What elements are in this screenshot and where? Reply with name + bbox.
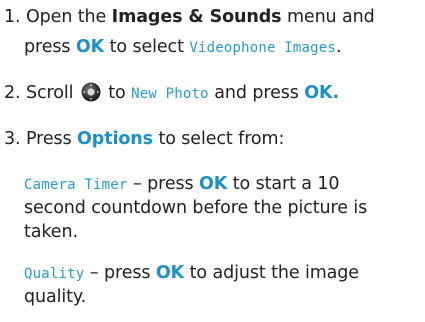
step-2-text: to [108,83,126,103]
option-text: second countdown before the picture is [24,198,368,218]
step-1-text: Open the [25,7,107,27]
option-quality-line-2: quality. [24,286,86,308]
option-camera-timer-line-2: second countdown before the picture is [24,197,367,219]
options-key-label: Options [77,129,153,149]
step-2-text: and press [214,83,299,103]
step-2-line-1: 2. Scroll to New Photo and press OK. [4,82,339,105]
navigation-key-icon [81,82,101,102]
step-1-number: 1. [4,7,21,27]
step-1-line-2: press OK to select Videophone Images. [24,36,342,59]
option-camera-timer-line-3: taken. [24,221,78,243]
step-2-text: Scroll [25,83,74,103]
option-text: – press [133,174,194,194]
option-camera-timer-line-1: Camera Timer – press OK to start a 10 [24,173,340,196]
option-text: to start a 10 [232,174,340,194]
screen-item-camera-timer: Camera Timer [24,177,128,193]
screen-item-quality: Quality [24,266,85,282]
step-3-text: to select from: [158,129,285,149]
step-1-text: to select [109,37,184,57]
option-text: to adjust the image [189,263,359,283]
ok-key-label: OK. [304,83,340,103]
ok-key-label: OK [75,37,105,57]
option-text: quality. [24,287,87,307]
step-1-menu-name: Images & Sounds [111,7,282,27]
step-1-period: . [336,37,342,57]
step-3-number: 3. [4,129,21,149]
ok-key-label: OK [199,174,228,194]
option-text: taken. [24,222,78,242]
option-quality-line-1: Quality – press OK to adjust the image [24,262,359,285]
screen-item-videophone-images: Videophone Images [189,40,337,56]
step-2-number: 2. [4,83,21,103]
step-3-text: Press [25,129,72,149]
ok-key-label: OK [155,263,185,283]
step-3-line-1: 3. Press Options to select from: [4,128,284,150]
option-text: – press [89,263,151,283]
step-1-line-1: 1. Open the Images & Sounds menu and [4,6,375,28]
step-1-text: press [24,37,71,57]
step-1-text: menu and [286,7,375,27]
instruction-page: 1. Open the Images & Sounds menu and pre… [0,0,425,322]
screen-item-new-photo: New Photo [131,86,209,102]
